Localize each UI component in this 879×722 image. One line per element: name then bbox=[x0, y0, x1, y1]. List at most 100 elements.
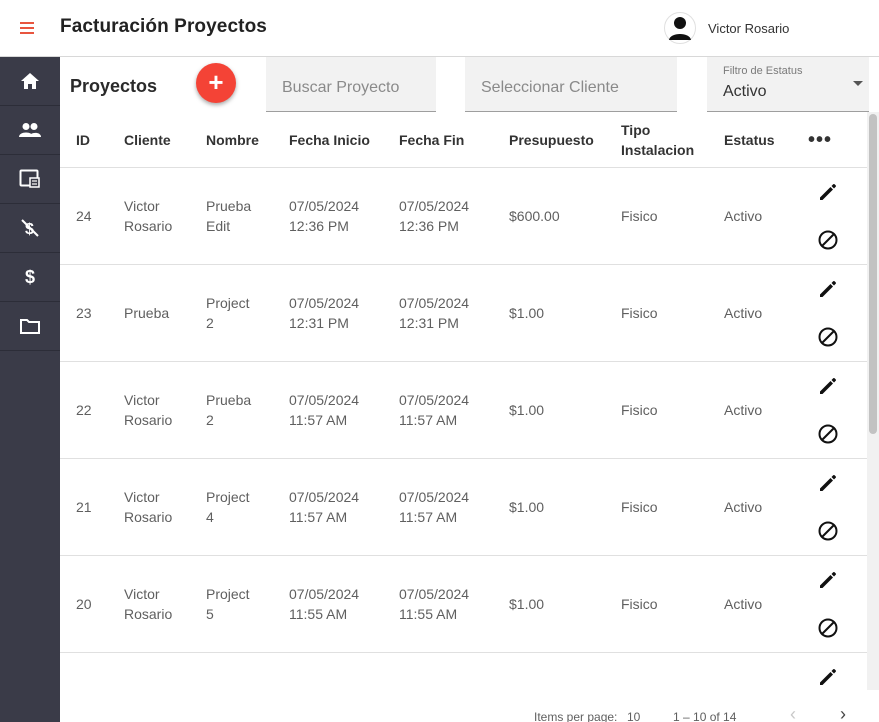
deactivate-button[interactable] bbox=[816, 422, 840, 446]
cell-client: Victor bbox=[124, 653, 196, 690]
deactivate-button[interactable] bbox=[816, 519, 840, 543]
sidebar-item-projects[interactable] bbox=[0, 302, 60, 351]
cell-start-date: 07/05/2024 12:36 PM bbox=[289, 168, 389, 264]
avatar-icon bbox=[664, 12, 696, 44]
next-page-icon[interactable]: › bbox=[840, 705, 856, 722]
cell-name bbox=[206, 653, 278, 690]
cell-start-date: 07/05/2024 11:57 AM bbox=[289, 362, 389, 458]
cell-end-date-line1: 07/05/2024 bbox=[399, 392, 470, 408]
cell-end-date-line1: 07/05/2024 bbox=[399, 489, 470, 505]
paginator: Items per page: 10 1 – 10 of 14 ‹ › bbox=[60, 700, 867, 722]
cell-name-line1: Project bbox=[206, 586, 250, 602]
cell-install-type: Fisico bbox=[621, 499, 658, 515]
add-project-button[interactable]: + bbox=[196, 63, 236, 103]
column-header-install-type-line2: Instalacion bbox=[621, 142, 695, 158]
cell-install-type: Fisico bbox=[621, 208, 658, 224]
cell-end-date: 07/05/2024 12:36 PM bbox=[399, 168, 499, 264]
cell-budget: $1.00 bbox=[509, 402, 545, 418]
edit-button[interactable] bbox=[816, 471, 840, 495]
table-row: 24 Victor Rosario Prueba Edit 07/05/2024 12… bbox=[60, 168, 867, 265]
table-header-row: ID Cliente Nombre Fecha Inicio Fecha Fin… bbox=[60, 112, 867, 168]
pencil-icon bbox=[820, 378, 836, 394]
edit-button[interactable] bbox=[816, 180, 840, 204]
cell-name: Prueba 2 bbox=[206, 362, 278, 458]
search-field bbox=[266, 57, 436, 112]
cell-start-date-line1: 07/05/2024 bbox=[289, 295, 360, 311]
cell-name-line1: Project bbox=[206, 489, 250, 505]
sidebar-item-expenses[interactable]: $ bbox=[0, 204, 60, 253]
edit-button[interactable] bbox=[816, 277, 840, 301]
column-header-install-type-line1: Tipo bbox=[621, 122, 651, 138]
cell-client: Victor Rosario bbox=[124, 459, 196, 555]
cell-budget: $1.00 bbox=[509, 499, 545, 515]
status-filter-select[interactable]: Filtro de Estatus Activo bbox=[707, 57, 869, 112]
table-row: 20 Victor Rosario Project 5 07/05/2024 11:5… bbox=[60, 556, 867, 653]
cell-client-line1: Victor bbox=[124, 392, 160, 408]
row-actions bbox=[812, 168, 848, 264]
pencil-icon bbox=[820, 669, 836, 685]
cell-end-date-line1: 07/05/2024 bbox=[399, 586, 470, 602]
folder-icon bbox=[20, 319, 40, 334]
menu-icon[interactable] bbox=[20, 19, 38, 37]
cell-start-date: 07/05/2024 bbox=[289, 653, 389, 690]
previous-page-icon[interactable]: ‹ bbox=[790, 705, 806, 722]
cell-install-type: Fisico bbox=[621, 402, 658, 418]
user-name: Victor Rosario bbox=[708, 20, 790, 36]
edit-button[interactable] bbox=[816, 568, 840, 592]
search-input[interactable] bbox=[266, 57, 436, 111]
cell-id: 22 bbox=[76, 402, 92, 418]
cell-status: Activo bbox=[724, 208, 763, 224]
cell-client-line2: Rosario bbox=[124, 412, 173, 428]
page-range-label: 1 – 10 of 14 bbox=[673, 710, 737, 722]
cell-name-line1: Prueba bbox=[206, 198, 252, 214]
sidebar-item-invoices[interactable] bbox=[0, 155, 60, 204]
status-filter-label: Filtro de Estatus bbox=[723, 65, 803, 77]
cell-end-date: 07/05/2024 11:57 AM bbox=[399, 459, 499, 555]
cell-client: Prueba bbox=[124, 265, 196, 361]
cell-name: Project 2 bbox=[206, 265, 278, 361]
cell-end-date: 07/05/2024 11:57 AM bbox=[399, 362, 499, 458]
cell-id: 24 bbox=[76, 208, 92, 224]
cell-client: Victor Rosario bbox=[124, 556, 196, 652]
plus-icon: + bbox=[208, 67, 224, 97]
sidebar: $ $ bbox=[0, 57, 60, 722]
vertical-scrollbar[interactable] bbox=[867, 112, 879, 690]
user-menu[interactable]: Victor Rosario bbox=[664, 12, 789, 44]
edit-button[interactable] bbox=[816, 665, 840, 689]
top-bar: Facturación Proyectos Victor Rosario bbox=[0, 0, 879, 57]
table-row: 23 Prueba Project 2 07/05/2024 12:31 PM 07… bbox=[60, 265, 867, 362]
page-size-select[interactable]: 10 bbox=[627, 710, 640, 722]
deactivate-button[interactable] bbox=[816, 616, 840, 640]
table-row: 21 Victor Rosario Project 4 07/05/2024 11:5… bbox=[60, 459, 867, 556]
cell-start-date-line2: 11:57 AM bbox=[289, 509, 348, 525]
client-select-input[interactable] bbox=[465, 57, 677, 111]
app-root: Facturación Proyectos Victor Rosario $ $… bbox=[0, 0, 879, 722]
cell-start-date-line1: 07/05/2024 bbox=[289, 198, 360, 214]
cell-end-date-line2: 11:57 AM bbox=[399, 509, 458, 525]
column-header-name: Nombre bbox=[206, 132, 259, 148]
sidebar-item-home[interactable] bbox=[0, 57, 60, 106]
more-options-icon[interactable]: ••• bbox=[808, 112, 831, 168]
cell-install-type: Fisico bbox=[621, 596, 658, 612]
deactivate-button[interactable] bbox=[816, 325, 840, 349]
cell-budget: $1.00 bbox=[509, 596, 545, 612]
row-actions bbox=[812, 362, 848, 458]
scrollbar-thumb[interactable] bbox=[869, 114, 877, 434]
block-icon bbox=[818, 424, 838, 444]
cell-end-date: 07/05/2024 bbox=[399, 653, 499, 690]
cell-id bbox=[76, 653, 116, 690]
deactivate-button[interactable] bbox=[816, 228, 840, 252]
projects-toolbar: Proyectos + Filtro de Estatus Activo bbox=[60, 57, 879, 112]
table-row: 22 Victor Rosario Prueba 2 07/05/2024 11:57… bbox=[60, 362, 867, 459]
cell-end-date-line2: 11:57 AM bbox=[399, 412, 458, 428]
sidebar-item-payments[interactable]: $ bbox=[0, 253, 60, 302]
cell-id: 23 bbox=[76, 305, 92, 321]
cell-client-line2: Rosario bbox=[124, 218, 173, 234]
block-icon bbox=[818, 230, 838, 250]
sidebar-item-clients[interactable] bbox=[0, 106, 60, 155]
edit-button[interactable] bbox=[816, 374, 840, 398]
cell-status: Activo bbox=[724, 305, 763, 321]
page-title: Proyectos bbox=[70, 76, 158, 96]
cell-start-date-line1: 07/05/2024 bbox=[289, 489, 360, 505]
cell-end-date-line2: 12:36 PM bbox=[399, 218, 459, 234]
